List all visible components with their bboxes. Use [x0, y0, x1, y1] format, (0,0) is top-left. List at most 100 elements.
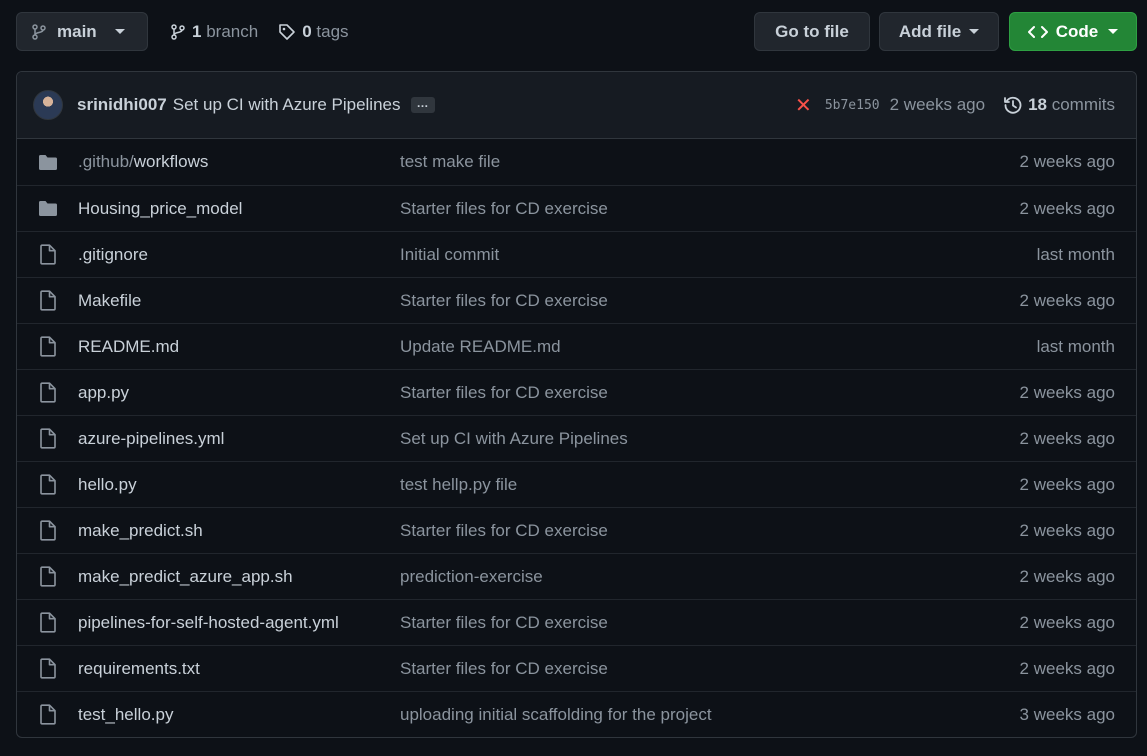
chevron-down-icon — [1108, 29, 1119, 34]
file-name: pipelines-for-self-hosted-agent.yml — [78, 612, 339, 632]
file-list: .github/workflows test make file 2 weeks a… — [17, 139, 1136, 737]
file-row[interactable]: Housing_price_model Starter files for CD … — [17, 185, 1136, 231]
file-name-link[interactable]: README.md — [78, 337, 400, 357]
commit-message-link[interactable]: test hellp.py file — [400, 475, 1020, 495]
file-row[interactable]: requirements.txt Starter files for CD exe… — [17, 645, 1136, 691]
file-name-link[interactable]: Housing_price_model — [78, 199, 400, 219]
file-icon — [38, 658, 58, 679]
file-icon — [38, 520, 58, 541]
file-name: make_predict.sh — [78, 520, 203, 540]
file-name-link[interactable]: requirements.txt — [78, 659, 400, 679]
commit-age: 2 weeks ago — [1019, 382, 1115, 402]
code-label: Code — [1055, 21, 1099, 41]
file-row[interactable]: .github/workflows test make file 2 weeks a… — [17, 139, 1136, 185]
commit-message-link[interactable]: Starter files for CD exercise — [400, 613, 1020, 633]
file-icon — [38, 336, 58, 357]
commit-message-link[interactable]: uploading initial scaffolding for the pr… — [400, 705, 1020, 725]
branch-word: branch — [206, 21, 259, 41]
file-icon — [38, 566, 58, 587]
file-name: workflows — [133, 152, 209, 171]
file-name-link[interactable]: make_predict.sh — [78, 521, 400, 541]
commit-age: 2 weeks ago — [1019, 198, 1115, 218]
commit-age: 2 weeks ago — [1019, 290, 1115, 310]
branches-link[interactable]: 1 branch — [170, 22, 258, 42]
commit-message-link[interactable]: Starter files for CD exercise — [400, 659, 1020, 679]
expand-commit-button[interactable]: … — [410, 97, 435, 113]
commit-age: 3 weeks ago — [1019, 704, 1115, 724]
file-row[interactable]: Makefile Starter files for CD exercise 2 w… — [17, 277, 1136, 323]
commit-age: last month — [1036, 244, 1115, 264]
file-name-link[interactable]: make_predict_azure_app.sh — [78, 567, 400, 587]
file-name-link[interactable]: .github/workflows — [78, 152, 400, 172]
file-name: make_predict_azure_app.sh — [78, 566, 293, 586]
file-name-link[interactable]: azure-pipelines.yml — [78, 429, 400, 449]
tags-link[interactable]: 0 tags — [278, 21, 349, 42]
file-name: hello.py — [78, 474, 137, 494]
file-name: app.py — [78, 382, 130, 402]
commit-age: last month — [1036, 336, 1115, 356]
commit-age: 2 weeks ago — [1019, 152, 1115, 171]
commit-message-link[interactable]: Starter files for CD exercise — [400, 521, 1020, 541]
add-file-button[interactable]: Add file — [879, 12, 999, 51]
branch-name: main — [57, 21, 97, 41]
file-row[interactable]: pipelines-for-self-hosted-agent.yml Start… — [17, 599, 1136, 645]
folder-icon — [38, 154, 58, 171]
branch-count: 1 — [192, 21, 202, 41]
tag-word: tags — [316, 21, 349, 41]
file-row[interactable]: azure-pipelines.yml Set up CI with Azure … — [17, 415, 1136, 461]
file-icon — [38, 244, 58, 265]
file-row[interactable]: make_predict.sh Starter files for CD exer… — [17, 507, 1136, 553]
file-name-link[interactable]: .gitignore — [78, 245, 400, 265]
commit-author[interactable]: srinidhi007 — [77, 95, 167, 115]
commit-message-link[interactable]: Starter files for CD exercise — [400, 383, 1020, 403]
add-file-label: Add file — [898, 21, 962, 41]
commit-history-link[interactable]: 18 commits — [1003, 95, 1115, 115]
file-name-link[interactable]: app.py — [78, 383, 400, 403]
code-button[interactable]: Code — [1009, 12, 1137, 51]
file-row[interactable]: test_hello.py uploading initial scaffoldi… — [17, 691, 1136, 737]
file-name-link[interactable]: Makefile — [78, 291, 400, 311]
file-icon — [38, 382, 58, 403]
file-icon — [38, 474, 58, 495]
commit-message-link[interactable]: Set up CI with Azure Pipelines — [400, 429, 1020, 449]
path-prefix: .github/ — [78, 152, 134, 171]
file-browser: srinidhi007 Set up CI with Azure Pipelin… — [16, 71, 1137, 738]
commit-sha[interactable]: 5b7e150 — [825, 98, 880, 113]
branch-select-button[interactable]: main — [16, 12, 148, 51]
commit-message-link[interactable]: Update README.md — [400, 337, 1037, 357]
commit-message[interactable]: Set up CI with Azure Pipelines — [173, 95, 401, 115]
file-row[interactable]: .gitignore Initial commit last month — [17, 231, 1136, 277]
tag-count: 0 — [302, 21, 312, 41]
commit-message-link[interactable]: Starter files for CD exercise — [400, 199, 1020, 219]
file-name: Makefile — [78, 290, 142, 310]
commit-age: 2 weeks ago — [1019, 658, 1115, 678]
failed-status-icon[interactable]: ✕ — [795, 93, 812, 118]
file-row[interactable]: README.md Update README.md last month — [17, 323, 1136, 369]
latest-commit-bar: srinidhi007 Set up CI with Azure Pipelin… — [17, 72, 1136, 139]
history-icon — [1003, 95, 1023, 115]
chevron-down-icon — [114, 29, 125, 34]
commit-message-link[interactable]: prediction-exercise — [400, 567, 1020, 587]
avatar[interactable] — [33, 90, 63, 120]
file-name-link[interactable]: pipelines-for-self-hosted-agent.yml — [78, 613, 400, 633]
file-name: .gitignore — [78, 244, 148, 264]
commit-message-link[interactable]: Initial commit — [400, 245, 1037, 265]
file-name-link[interactable]: test_hello.py — [78, 705, 400, 725]
commit-age: 2 weeks ago — [1019, 612, 1115, 632]
file-name: azure-pipelines.yml — [78, 428, 225, 448]
commit-age: 2 weeks ago — [1019, 474, 1115, 494]
tag-icon — [278, 23, 296, 41]
file-row[interactable]: hello.py test hellp.py file 2 weeks ago — [17, 461, 1136, 507]
commit-message-link[interactable]: test make file — [400, 152, 1020, 172]
commit-age: 2 weeks ago — [1019, 428, 1115, 448]
chevron-down-icon — [969, 29, 980, 34]
file-icon — [38, 428, 58, 449]
file-name-link[interactable]: hello.py — [78, 475, 400, 495]
file-icon — [38, 704, 58, 725]
file-row[interactable]: app.py Starter files for CD exercise 2 wee… — [17, 369, 1136, 415]
go-to-file-button[interactable]: Go to file — [754, 12, 870, 51]
commit-message-link[interactable]: Starter files for CD exercise — [400, 291, 1020, 311]
file-name: test_hello.py — [78, 704, 174, 724]
file-name: README.md — [78, 336, 180, 356]
file-row[interactable]: make_predict_azure_app.sh prediction-exer… — [17, 553, 1136, 599]
